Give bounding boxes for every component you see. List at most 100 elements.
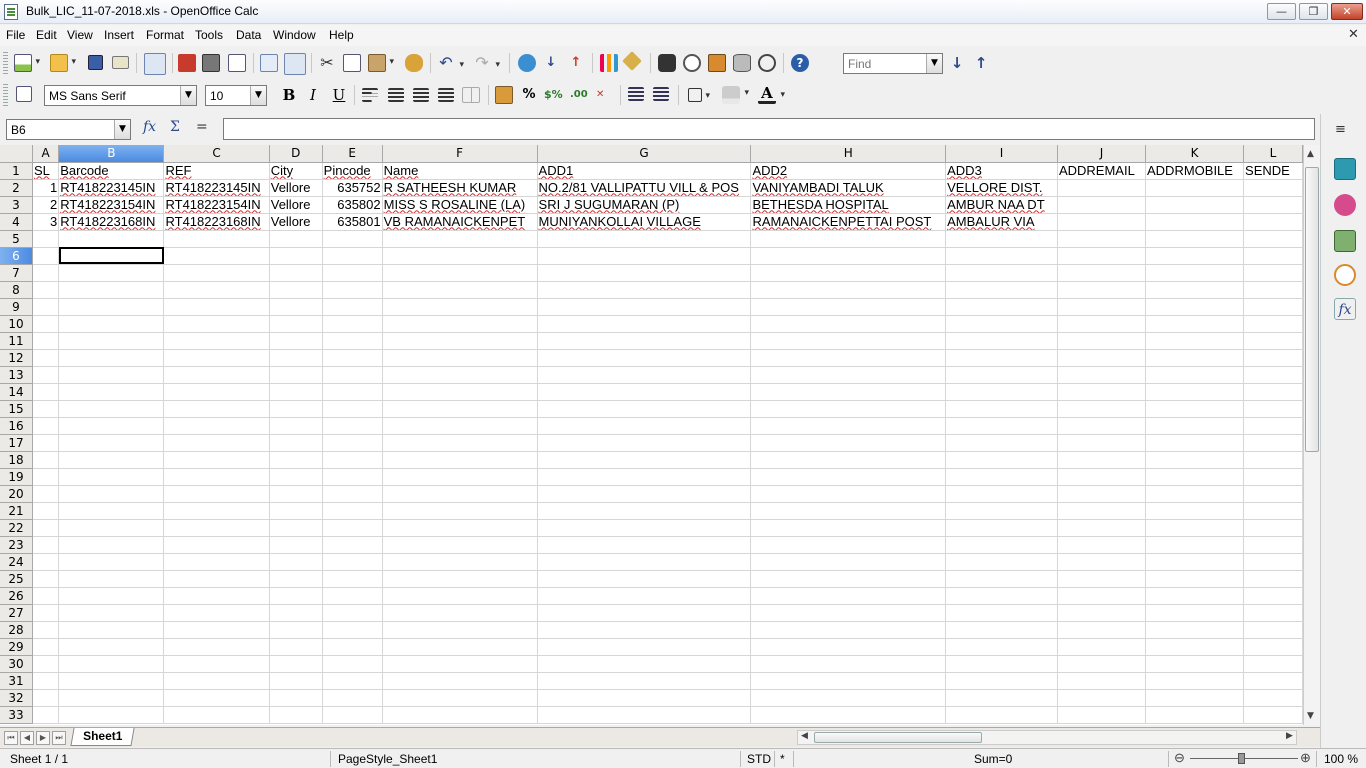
scroll-up-icon[interactable]: ▲ <box>1307 149 1314 159</box>
find-next-icon[interactable]: ↓ <box>948 54 966 72</box>
cell-i12[interactable] <box>945 349 1058 367</box>
cell-k33[interactable] <box>1145 706 1245 724</box>
row-header[interactable]: 27 <box>0 604 33 622</box>
cell-j32[interactable] <box>1057 689 1147 707</box>
cell-i28[interactable] <box>945 621 1058 639</box>
row-header[interactable]: 17 <box>0 434 33 452</box>
cell-e21[interactable] <box>322 502 383 520</box>
cell-f27[interactable] <box>382 604 538 622</box>
cell-e31[interactable] <box>322 672 383 690</box>
cell-g19[interactable] <box>537 468 752 486</box>
cell-f3[interactable]: MISS S ROSALINE (LA) <box>382 196 538 214</box>
cell-g9[interactable] <box>537 298 752 316</box>
cell-g3[interactable]: SRI J SUGUMARAN (P) <box>537 196 752 214</box>
row-header[interactable]: 15 <box>0 400 33 418</box>
cell-g31[interactable] <box>537 672 752 690</box>
autospellcheck-icon[interactable] <box>284 53 306 75</box>
cell-e2[interactable]: 635752 <box>322 179 383 197</box>
function-wizard-icon[interactable]: fx <box>143 119 156 135</box>
cell-c11[interactable] <box>163 332 270 350</box>
paste-icon[interactable] <box>368 54 394 72</box>
cell-h11[interactable] <box>750 332 947 350</box>
cell-b11[interactable] <box>58 332 165 350</box>
cell-a16[interactable] <box>32 417 60 435</box>
cell-e7[interactable] <box>322 264 383 282</box>
cell-c30[interactable] <box>163 655 270 673</box>
cell-b32[interactable] <box>58 689 165 707</box>
align-right-icon[interactable] <box>413 88 429 102</box>
cell-g29[interactable] <box>537 638 752 656</box>
cell-k23[interactable] <box>1145 536 1245 554</box>
cell-f29[interactable] <box>382 638 538 656</box>
cell-a4[interactable]: 3 <box>32 213 60 231</box>
cell-f20[interactable] <box>382 485 538 503</box>
row-header[interactable]: 24 <box>0 553 33 571</box>
cell-i9[interactable] <box>945 298 1058 316</box>
cell-k27[interactable] <box>1145 604 1245 622</box>
cell-c1[interactable]: REF <box>163 162 270 180</box>
currency-format-icon[interactable] <box>495 86 513 104</box>
cell-l4[interactable] <box>1243 213 1303 231</box>
cell-c12[interactable] <box>163 349 270 367</box>
cell-f30[interactable] <box>382 655 538 673</box>
cell-g12[interactable] <box>537 349 752 367</box>
redo-icon[interactable]: ↷ <box>473 54 500 75</box>
row-header[interactable]: 11 <box>0 332 33 350</box>
row-header[interactable]: 4 <box>0 213 33 231</box>
cell-c8[interactable] <box>163 281 270 299</box>
percent-format-button[interactable]: % <box>519 85 539 105</box>
cell-h29[interactable] <box>750 638 947 656</box>
cell-a12[interactable] <box>32 349 60 367</box>
cell-g32[interactable] <box>537 689 752 707</box>
cell-d6[interactable] <box>269 247 323 265</box>
cell-h9[interactable] <box>750 298 947 316</box>
edit-file-icon[interactable] <box>144 53 166 75</box>
cell-h16[interactable] <box>750 417 947 435</box>
cell-c2[interactable]: RT418223145IN <box>163 179 270 197</box>
cell-j1[interactable]: ADDREMAIL <box>1057 162 1147 180</box>
cell-e18[interactable] <box>322 451 383 469</box>
cell-a13[interactable] <box>32 366 60 384</box>
chevron-down-icon[interactable]: ▼ <box>180 86 196 105</box>
row-header[interactable]: 13 <box>0 366 33 384</box>
cell-c5[interactable] <box>163 230 270 248</box>
column-header-c[interactable]: C <box>163 145 270 163</box>
cell-a32[interactable] <box>32 689 60 707</box>
cell-j12[interactable] <box>1057 349 1147 367</box>
cell-i8[interactable] <box>945 281 1058 299</box>
cell-b24[interactable] <box>58 553 165 571</box>
cell-g10[interactable] <box>537 315 752 333</box>
export-pdf-icon[interactable] <box>178 54 196 72</box>
cell-a5[interactable] <box>32 230 60 248</box>
cell-j19[interactable] <box>1057 468 1147 486</box>
cell-i22[interactable] <box>945 519 1058 537</box>
name-box[interactable]: B6 ▼ <box>6 119 131 140</box>
cell-l26[interactable] <box>1243 587 1303 605</box>
show-draw-functions-icon[interactable] <box>622 51 642 71</box>
cell-k31[interactable] <box>1145 672 1245 690</box>
cell-i33[interactable] <box>945 706 1058 724</box>
zoom-icon[interactable] <box>758 54 776 72</box>
menu-window[interactable]: Window <box>273 28 316 42</box>
cell-h31[interactable] <box>750 672 947 690</box>
cell-i19[interactable] <box>945 468 1058 486</box>
cell-i13[interactable] <box>945 366 1058 384</box>
cell-g11[interactable] <box>537 332 752 350</box>
cell-g18[interactable] <box>537 451 752 469</box>
cell-f21[interactable] <box>382 502 538 520</box>
cell-g2[interactable]: NO.2/81 VALLIPATTU VILL & POS <box>537 179 752 197</box>
cell-d1[interactable]: City <box>269 162 323 180</box>
cell-f18[interactable] <box>382 451 538 469</box>
cell-b14[interactable] <box>58 383 165 401</box>
cell-d8[interactable] <box>269 281 323 299</box>
row-header[interactable]: 22 <box>0 519 33 537</box>
copy-icon[interactable] <box>343 54 361 72</box>
cell-d25[interactable] <box>269 570 323 588</box>
row-header[interactable]: 20 <box>0 485 33 503</box>
menu-data[interactable]: Data <box>236 28 261 42</box>
menu-tools[interactable]: Tools <box>195 28 223 42</box>
undo-icon[interactable]: ↶ <box>437 54 464 75</box>
vertical-scrollbar[interactable]: ▲ ▼ <box>1303 145 1320 725</box>
functions-icon[interactable]: fx <box>1334 298 1356 320</box>
cell-c3[interactable]: RT418223154IN <box>163 196 270 214</box>
